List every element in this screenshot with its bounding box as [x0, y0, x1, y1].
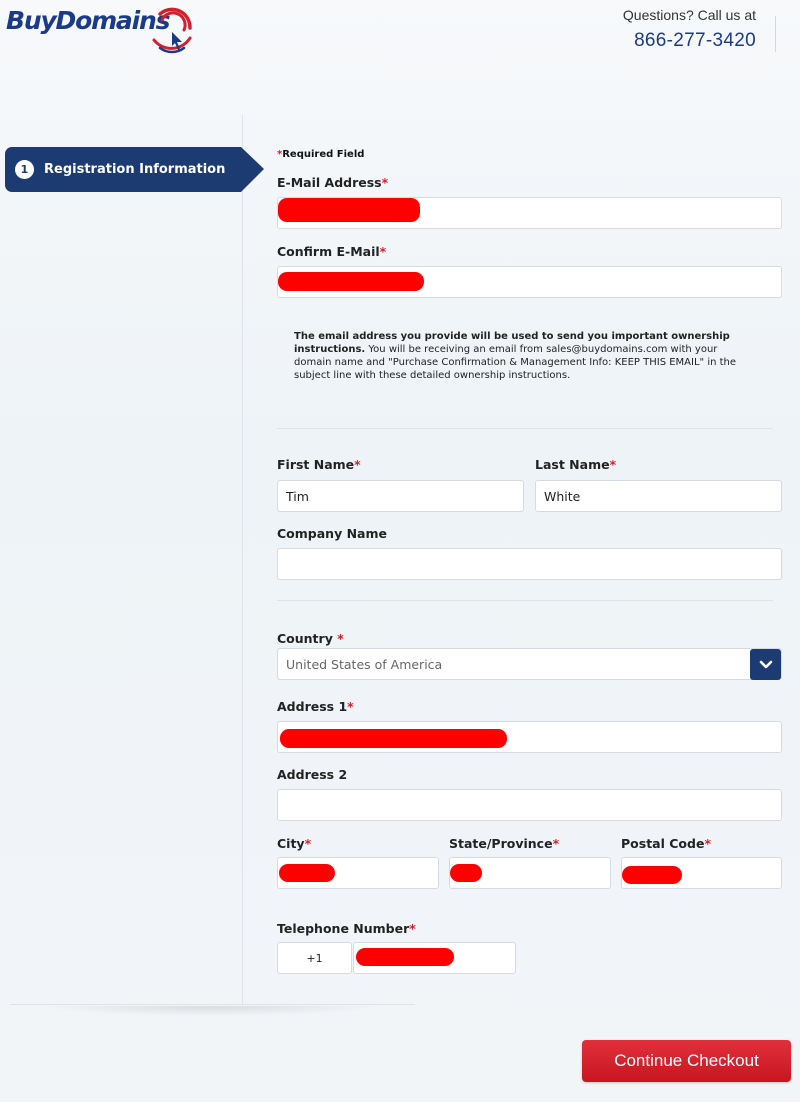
required-field-note: *Required Field — [277, 149, 365, 160]
company-name-field[interactable] — [277, 548, 782, 580]
address1-redaction — [280, 729, 507, 748]
contact-info: Questions? Call us at 866-277-3420 — [623, 6, 756, 52]
form-bottom-divider — [10, 1004, 415, 1005]
confirm-email-label: Confirm E-Mail* — [277, 244, 387, 259]
section-divider — [277, 428, 773, 429]
logo-swoosh-icon — [152, 7, 192, 54]
last-name-field[interactable]: White — [535, 480, 782, 512]
company-name-label: Company Name — [277, 526, 387, 541]
telephone-label: Telephone Number* — [277, 921, 416, 936]
logo-text: BuyDomains — [6, 6, 170, 35]
checkout-steps-sidebar: 1 Registration Information — [0, 115, 264, 1005]
step-label: Registration Information — [44, 162, 226, 177]
contact-question: Questions? Call us at — [622, 7, 756, 23]
contact-phone[interactable]: 866-277-3420 — [623, 30, 756, 52]
chevron-down-icon[interactable] — [750, 649, 781, 680]
postal-code-label: Postal Code* — [621, 836, 711, 851]
country-select[interactable]: United States of America — [277, 648, 782, 680]
continue-checkout-button[interactable]: Continue Checkout — [582, 1040, 791, 1082]
section-divider — [277, 600, 773, 601]
city-redaction — [279, 864, 335, 882]
address2-label: Address 2 — [277, 767, 348, 782]
step-number-badge: 1 — [15, 160, 34, 179]
phone-number-redaction — [356, 948, 454, 966]
email-label: E-Mail Address* — [277, 175, 389, 190]
postal-code-redaction — [622, 866, 682, 884]
email-info-note: The email address you provide will be us… — [294, 331, 737, 381]
confirm-email-redaction — [278, 272, 424, 291]
first-name-label: First Name* — [277, 457, 361, 472]
state-label: State/Province* — [449, 836, 560, 851]
header-divider — [775, 16, 776, 52]
last-name-label: Last Name* — [535, 457, 617, 472]
header: BuyDomains Questions? Call us at 866-277… — [0, 0, 800, 70]
email-redaction — [278, 198, 420, 222]
first-name-field[interactable]: Tim — [277, 480, 524, 512]
state-redaction — [450, 864, 482, 882]
address2-field[interactable] — [277, 789, 782, 821]
buydomains-logo[interactable]: BuyDomains — [6, 4, 192, 56]
phone-country-code-field[interactable]: +1 — [277, 942, 352, 974]
city-label: City* — [277, 836, 312, 851]
step-registration-information: 1 Registration Information — [5, 147, 264, 192]
address1-label: Address 1* — [277, 699, 354, 714]
country-label: Country * — [277, 631, 344, 646]
form-bottom-shadow — [40, 1006, 380, 1016]
